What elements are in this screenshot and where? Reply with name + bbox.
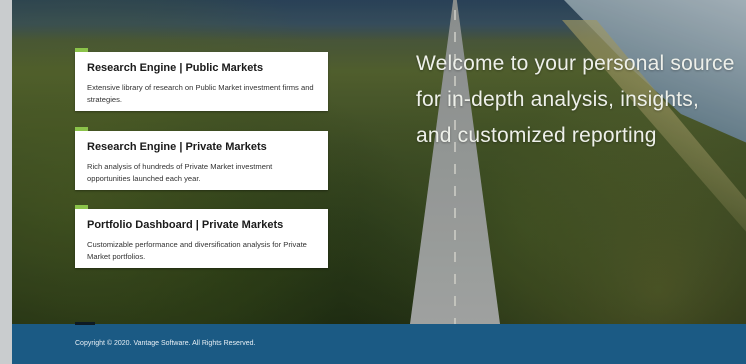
card-accent	[75, 205, 88, 209]
card-description: Customizable performance and diversifica…	[87, 240, 307, 261]
card-research-engine-public[interactable]: Research Engine | Public Markets Extensi…	[75, 48, 328, 111]
card-title[interactable]: Research Engine | Private Markets	[87, 141, 267, 153]
footer: Copyright © 2020. Vantage Software. All …	[12, 322, 746, 364]
card-research-engine-private[interactable]: Research Engine | Private Markets Rich a…	[75, 127, 328, 190]
card-title[interactable]: Research Engine | Public Markets	[87, 62, 263, 74]
welcome-message: Welcome to your personal source for in-d…	[416, 52, 735, 147]
card-accent	[75, 127, 88, 131]
card-portfolio-dashboard-private[interactable]: Portfolio Dashboard | Private Markets Cu…	[75, 205, 328, 268]
card-description: Rich analysis of hundreds of Private Mar…	[87, 162, 273, 183]
card-title[interactable]: Portfolio Dashboard | Private Markets	[87, 219, 283, 231]
card-accent	[75, 48, 88, 52]
card-description: Extensive library of research on Public …	[87, 83, 314, 104]
copyright-text: Copyright © 2020. Vantage Software. All …	[75, 340, 256, 347]
